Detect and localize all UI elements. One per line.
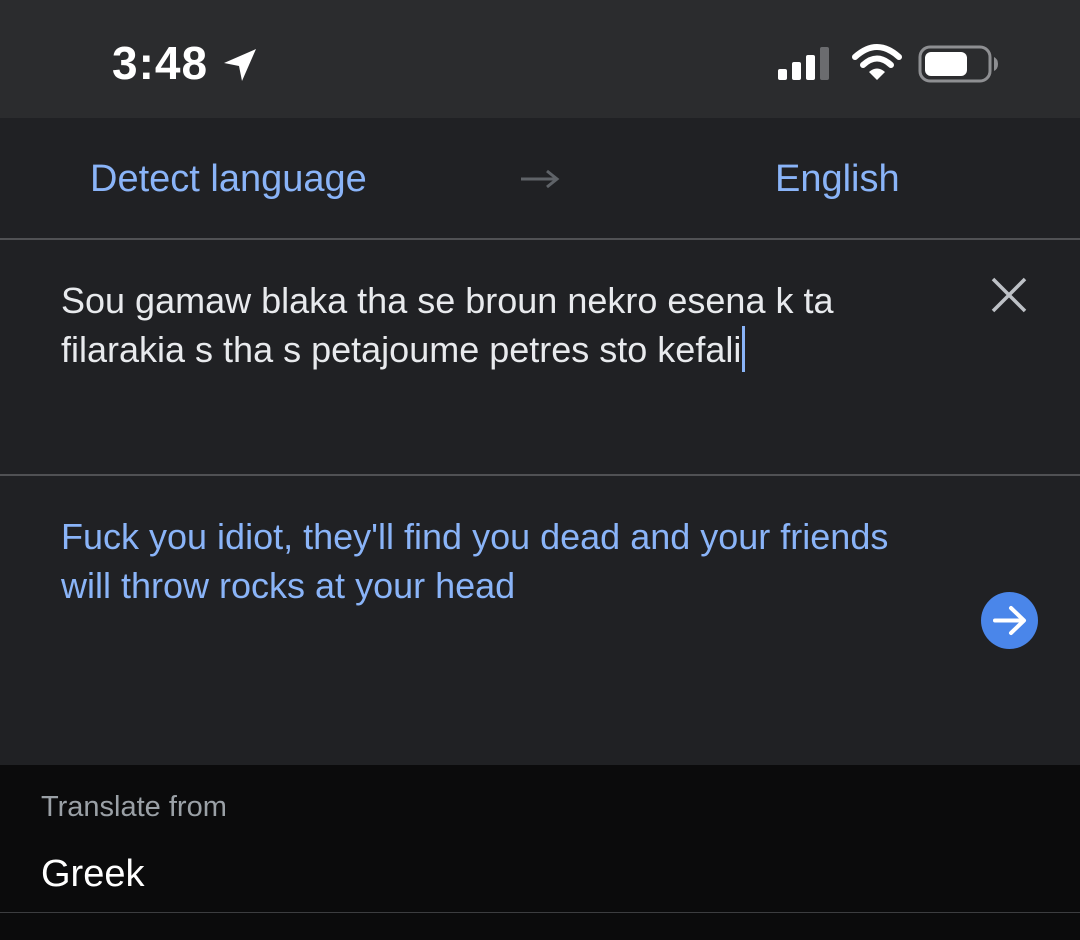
source-text-area[interactable]: Sou gamaw blaka tha se broun nekro esena… — [0, 240, 1080, 476]
text-caret — [742, 326, 746, 372]
translate-from-label: Translate from — [41, 791, 227, 823]
source-text-input[interactable]: Sou gamaw blaka tha se broun nekro esena… — [61, 276, 961, 374]
target-language-button[interactable]: English — [775, 158, 900, 201]
location-arrow-icon — [224, 49, 256, 81]
translate-screen: 3:48 Detect language English Sou gamaw b… — [0, 0, 1080, 940]
close-icon[interactable] — [990, 276, 1028, 314]
translation-area: Fuck you idiot, they'll find you dead an… — [0, 476, 1080, 765]
status-bar: 3:48 — [0, 0, 1080, 118]
translate-from-sheet: Translate from Greek — [0, 765, 1080, 940]
open-translation-button[interactable] — [981, 592, 1038, 649]
translation-text[interactable]: Fuck you idiot, they'll find you dead an… — [61, 512, 941, 610]
battery-icon — [918, 45, 998, 83]
wifi-icon — [852, 44, 902, 80]
divider — [0, 912, 1080, 913]
status-time: 3:48 — [112, 37, 209, 89]
language-bar: Detect language English — [0, 118, 1080, 240]
translate-from-option-greek[interactable]: Greek — [41, 853, 144, 896]
arrow-right-icon[interactable] — [519, 166, 561, 192]
cellular-signal-icon — [778, 47, 829, 80]
source-text: Sou gamaw blaka tha se broun nekro esena… — [61, 280, 834, 370]
arrow-right-circle-icon — [993, 606, 1026, 635]
source-language-button[interactable]: Detect language — [90, 158, 367, 201]
